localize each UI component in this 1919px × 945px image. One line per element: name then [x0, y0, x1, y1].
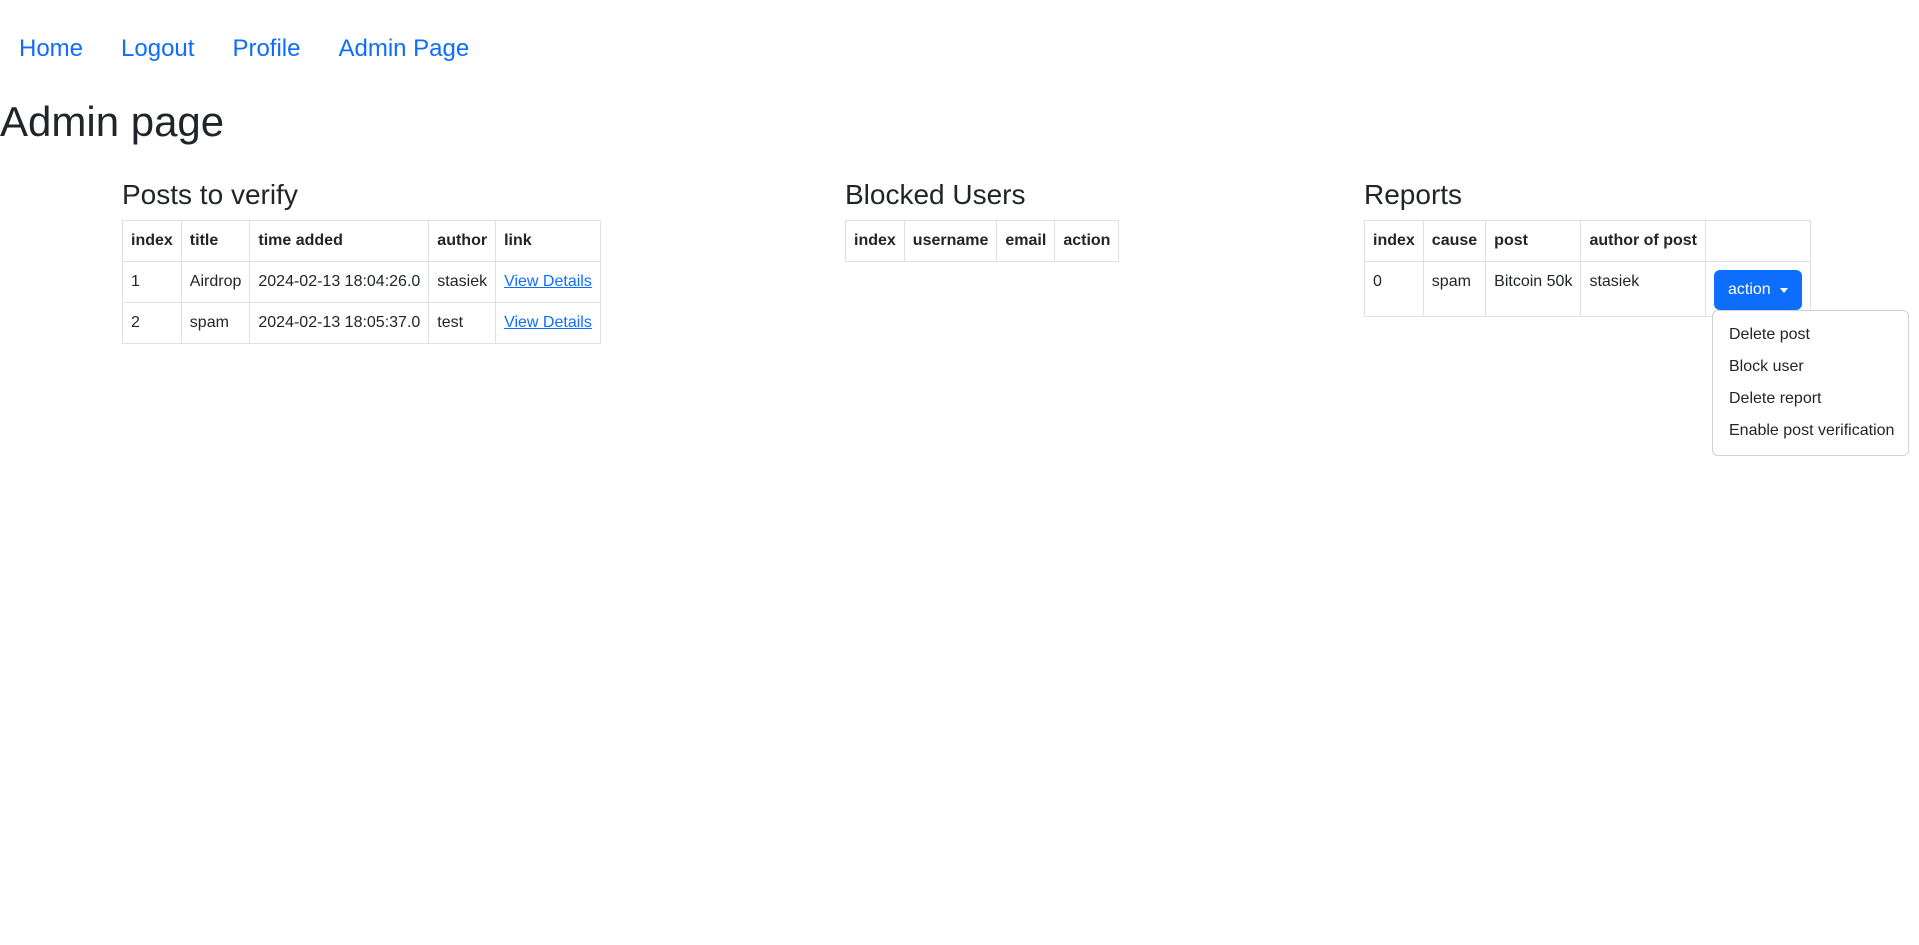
action-button-label: action: [1727, 281, 1771, 298]
dropdown-item-delete-report[interactable]: Delete report: [1713, 383, 1908, 415]
post-time-added: 2024-02-13 18:05:37.0: [249, 302, 430, 344]
table-header-row: index username email action: [845, 220, 1120, 262]
blocked-users-table: index username email action: [845, 220, 1120, 262]
post-author: test: [428, 302, 497, 344]
post-time-added: 2024-02-13 18:04:26.0: [249, 261, 430, 303]
posts-to-verify-section: Posts to verify index title time added a…: [122, 178, 601, 344]
column-header-cause: cause: [1422, 220, 1487, 262]
posts-table: index title time added author link 1 Air…: [122, 220, 601, 344]
dropdown-item-delete-post[interactable]: Delete post: [1713, 319, 1908, 351]
dropdown-item-block-user[interactable]: Block user: [1713, 351, 1908, 383]
report-index: 0: [1364, 261, 1424, 317]
column-header-action: action: [1054, 220, 1120, 262]
blocked-users-section: Blocked Users index username email actio…: [845, 178, 1120, 262]
column-header-action-empty: [1704, 220, 1811, 262]
top-nav: Home Logout Profile Admin Page: [0, 34, 488, 64]
view-details-link[interactable]: View Details: [504, 314, 592, 331]
post-index: 1: [122, 261, 182, 303]
view-details-link[interactable]: View Details: [504, 273, 592, 290]
posts-to-verify-heading: Posts to verify: [122, 179, 298, 210]
reports-heading: Reports: [1364, 179, 1463, 210]
column-header-author: author: [428, 220, 497, 262]
table-row: 1 Airdrop 2024-02-13 18:04:26.0 stasiek …: [122, 261, 601, 303]
column-header-username: username: [903, 220, 998, 262]
nav-admin-page-link[interactable]: Admin Page: [319, 34, 488, 64]
post-link-cell: View Details: [495, 261, 601, 303]
post-title: spam: [180, 302, 251, 344]
report-post: Bitcoin 50k: [1485, 261, 1582, 317]
action-dropdown-menu: Delete post Block user Delete report Ena…: [1712, 310, 1909, 456]
dropdown-item-enable-post-verification[interactable]: Enable post verification: [1713, 415, 1908, 447]
column-header-index: index: [1364, 220, 1424, 262]
nav-home-link[interactable]: Home: [0, 34, 102, 64]
report-action-cell: action: [1704, 261, 1811, 317]
column-header-title: title: [180, 220, 251, 262]
column-header-index: index: [845, 220, 905, 262]
column-header-post: post: [1485, 220, 1582, 262]
post-index: 2: [122, 302, 182, 344]
post-title: Airdrop: [180, 261, 251, 303]
table-row: 2 spam 2024-02-13 18:05:37.0 test View D…: [122, 302, 601, 344]
action-dropdown-button[interactable]: action: [1713, 270, 1802, 310]
post-author: stasiek: [428, 261, 497, 303]
nav-profile-link[interactable]: Profile: [213, 34, 319, 64]
caret-down-icon: [1779, 287, 1788, 293]
column-header-author-of-post: author of post: [1580, 220, 1706, 262]
page-title: Admin page: [0, 98, 225, 145]
nav-logout-link[interactable]: Logout: [102, 34, 213, 64]
post-link-cell: View Details: [495, 302, 601, 344]
blocked-users-heading: Blocked Users: [845, 179, 1026, 210]
table-header-row: index title time added author link: [122, 220, 601, 262]
table-row: 0 spam Bitcoin 50k stasiek action: [1364, 261, 1811, 317]
reports-table: index cause post author of post 0 spam B…: [1364, 220, 1811, 317]
column-header-index: index: [122, 220, 182, 262]
column-header-link: link: [495, 220, 601, 262]
reports-section: Reports index cause post author of post …: [1364, 178, 1811, 317]
table-header-row: index cause post author of post: [1364, 220, 1811, 262]
column-header-time-added: time added: [249, 220, 430, 262]
column-header-email: email: [996, 220, 1056, 262]
report-cause: spam: [1422, 261, 1487, 317]
report-author: stasiek: [1580, 261, 1706, 317]
